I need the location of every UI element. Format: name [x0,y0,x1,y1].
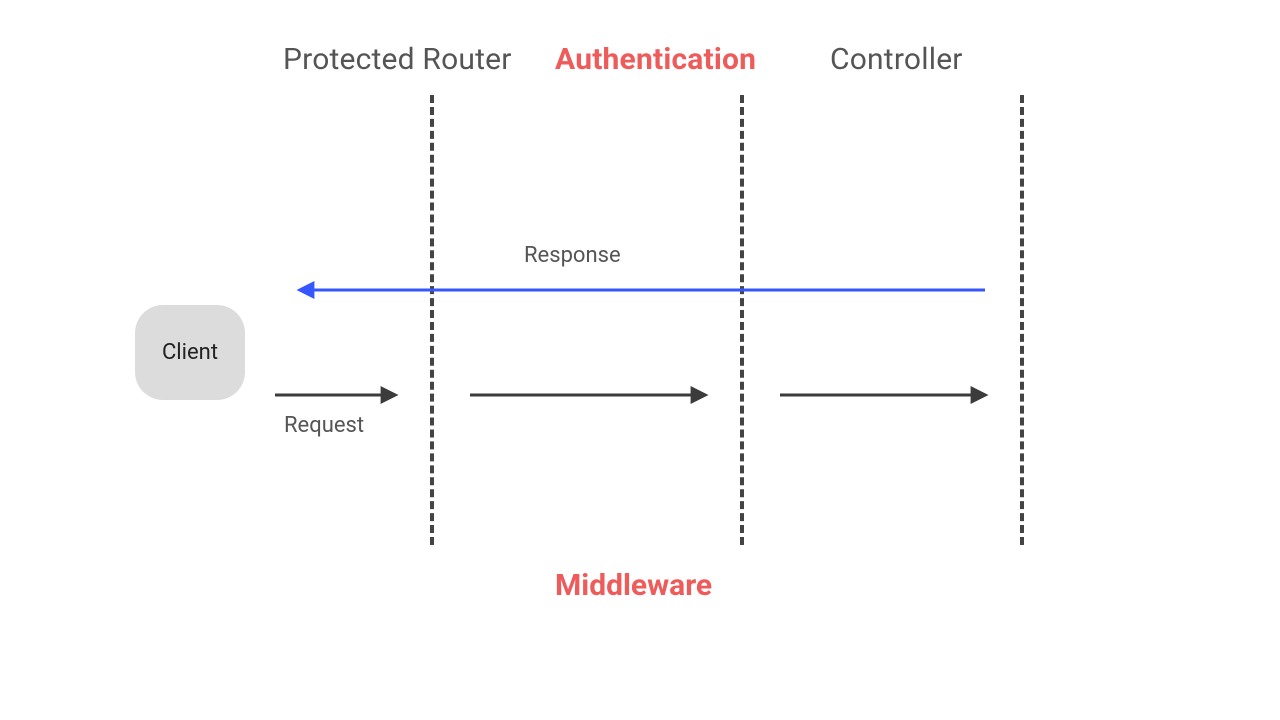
arrows-layer [0,0,1280,720]
diagram-stage: Protected Router Authentication Controll… [0,0,1280,720]
